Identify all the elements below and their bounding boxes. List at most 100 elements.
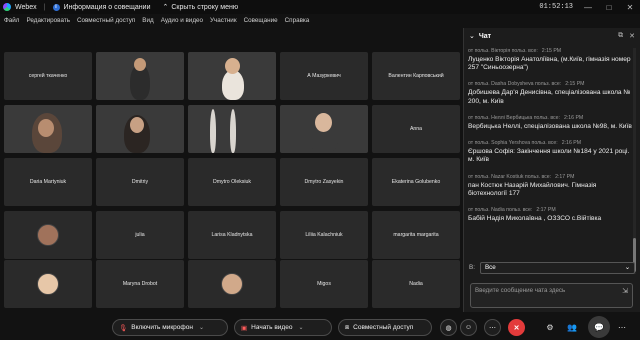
person-face (134, 58, 146, 71)
menu-edit[interactable]: Редактировать (26, 17, 70, 24)
person-silhouette (222, 70, 244, 100)
participant-tile[interactable] (4, 211, 92, 259)
send-icon[interactable]: ⇲ (622, 287, 628, 295)
chat-input[interactable]: Введите сообщение чата здесь ⇲ (470, 283, 633, 308)
share-label: Совместный доступ (353, 324, 414, 331)
chat-header: ⌄ Чат ⧉ ✕ (464, 28, 640, 44)
participant-tile[interactable]: Dmytro Oleksiuk (188, 158, 276, 206)
menu-share[interactable]: Совместный доступ (77, 17, 135, 24)
participant-tile[interactable]: Migos (280, 260, 368, 308)
participant-tile[interactable] (188, 260, 276, 308)
chevron-down-icon: ⌄ (624, 264, 630, 271)
participant-tile[interactable]: margarita margarita (372, 211, 460, 259)
menu-help[interactable]: Справка (285, 17, 310, 24)
webex-logo-icon (3, 3, 11, 11)
message-sender: от польз. Вікторія польз. все: (468, 48, 538, 54)
participant-video[interactable] (96, 52, 184, 100)
participant-video[interactable] (280, 105, 368, 153)
chat-panel: ⌄ Чат ⧉ ✕ от польз. Вікторія польз. все:… (463, 28, 640, 312)
menu-view[interactable]: Вид (142, 17, 153, 24)
participants-icon[interactable]: 👥 (566, 321, 578, 333)
title-bar: Webex | i Информация о совещании ⌃ Скрыт… (0, 0, 640, 14)
message-sender: от польз. Неллі Вербицька польз. все: (468, 114, 560, 121)
participant-tile[interactable]: Maryna Drobot (96, 260, 184, 308)
person-face (38, 119, 54, 137)
participant-tile[interactable]: Larisa Kladnytska (188, 211, 276, 259)
participant-name: Liliia Kalachniuk (305, 232, 343, 238)
menu-audio-video[interactable]: Аудио и видео (161, 17, 203, 24)
participant-tile[interactable]: Liliia Kalachniuk (280, 211, 368, 259)
message-meta: от польз. Nadia польз. все: 2:17 PM (468, 207, 632, 213)
start-video-label: Начать видео (251, 324, 293, 331)
message-meta: от польз. Sophia Yershova польз. все: 2:1… (468, 140, 632, 146)
more-icon[interactable]: ⋯ (484, 319, 501, 336)
chevron-down-icon[interactable]: ⌄ (469, 32, 475, 40)
chevron-down-icon[interactable]: ⌄ (298, 324, 303, 331)
maximize-icon[interactable]: □ (603, 3, 615, 12)
participant-tile[interactable]: Daria Martyniuk (4, 158, 92, 206)
participant-video[interactable] (188, 52, 276, 100)
chat-messages: от польз. Вікторія польз. все: 2:15 PM Лу… (468, 48, 632, 274)
person-face (315, 113, 332, 132)
close-icon[interactable]: ✕ (624, 3, 636, 12)
message-time: 2:17 PM (555, 173, 575, 180)
participant-tile[interactable]: Dmytro Zasyekin (280, 158, 368, 206)
message-text: пан Костюк Назарій Михайлович. Гімназія … (468, 181, 597, 197)
divider: | (43, 3, 46, 11)
menu-bar: Файл Редактировать Совместный доступ Вид… (0, 14, 462, 27)
info-icon[interactable]: i (52, 3, 60, 11)
message-meta: от польз. Dasha Dobysheva польз. все: 2:1… (468, 81, 632, 87)
participant-tile[interactable]: Nadia (372, 260, 460, 308)
minimize-icon[interactable]: — (582, 3, 594, 12)
participant-video[interactable] (96, 105, 184, 153)
participant-tile[interactable]: Валентин Карповський (372, 52, 460, 100)
message-time: 2:16 PM (561, 140, 582, 147)
participant-name: Dmytro Zasyekin (304, 179, 344, 185)
message-sender: от польз. Nazar Kostiuk польз. все: (468, 173, 552, 180)
participant-tile[interactable]: А Мазуркевич (280, 52, 368, 100)
participant-name: Ekaterina Golubenko (391, 179, 441, 185)
more-options-icon[interactable]: ⋯ (616, 321, 628, 333)
participant-tile[interactable]: Ekaterina Golubenko (372, 158, 460, 206)
participant-tile[interactable]: сергей ткаченко (4, 52, 92, 100)
participant-name: Dmytro Oleksiuk (212, 179, 252, 185)
start-video-button[interactable]: ▣ Начать видео ⌄ (234, 319, 332, 336)
participant-tile[interactable]: Dmitriy (96, 158, 184, 206)
share-button[interactable]: ⧈ Совместный доступ (338, 319, 432, 336)
menu-meeting[interactable]: Совещание (244, 17, 278, 24)
participant-tile[interactable] (4, 260, 92, 308)
participant-name: Nadia (409, 281, 423, 287)
message-time: 2:15 PM (565, 81, 585, 88)
message-sender: от польз. Sophia Yershova польз. все: (468, 140, 558, 147)
message-meta: от польз. Неллі Вербицька польз. все: 2:1… (468, 115, 632, 121)
participant-name: Maryna Drobot (122, 281, 158, 287)
chat-message: от польз. Nazar Kostiuk польз. все: 2:17 … (468, 174, 632, 198)
menu-participant[interactable]: Участник (210, 17, 237, 24)
message-text: Бабій Надія Миколаївна , ОЗЗСО с.Війтівк… (468, 215, 602, 223)
menu-file[interactable]: Файл (4, 17, 19, 24)
meeting-info-link[interactable]: Информация о совещании (64, 4, 151, 11)
unmute-button[interactable]: 🎙 Включить микрофон ⌄ (112, 319, 228, 336)
participant-video[interactable] (4, 105, 92, 153)
participant-name: julia (135, 232, 145, 238)
close-icon[interactable]: ✕ (629, 32, 635, 40)
chat-toggle-button[interactable]: 💬 (588, 316, 610, 338)
chevron-down-icon[interactable]: ⌄ (199, 324, 204, 331)
participant-tile[interactable]: Anna (372, 105, 460, 153)
captions-icon[interactable]: ◍ (440, 319, 457, 336)
message-time: 2:17 PM (536, 207, 556, 214)
recipient-select[interactable]: Все ⌄ (479, 261, 635, 274)
hide-menu-button[interactable]: ⌃ Скрыть строку меню (162, 3, 238, 12)
participant-video[interactable] (188, 105, 276, 153)
participant-name: А Мазуркевич (307, 73, 341, 79)
reactions-icon[interactable]: ☺ (460, 319, 477, 336)
popout-icon[interactable]: ⧉ (618, 32, 623, 40)
avatar (221, 273, 243, 295)
chat-message: от польз. Вікторія польз. все: 2:15 PM Лу… (468, 48, 632, 72)
chat-scrollbar[interactable] (633, 48, 636, 274)
participant-name: Daria Martyniuk (29, 179, 67, 185)
unmute-label: Включить микрофон (131, 324, 193, 331)
participant-tile[interactable]: julia (96, 211, 184, 259)
leave-meeting-button[interactable]: ✕ (508, 319, 525, 336)
apps-icon[interactable]: ⚙ (544, 321, 556, 333)
